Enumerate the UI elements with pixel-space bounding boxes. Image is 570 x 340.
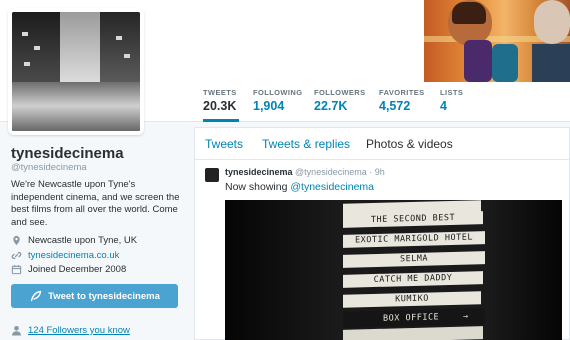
stat-label: FAVORITES [379,88,425,97]
tweet-avatar[interactable] [205,168,219,182]
tweet-item[interactable]: tynesidecinema @tynesidecinema · 9h Now … [195,161,570,340]
profile-name[interactable]: tynesidecinema [11,145,124,162]
location-pin-icon [13,235,20,246]
stat-label: LISTS [440,88,464,97]
tweet-text-body: Now showing [225,181,288,193]
stat-label: FOLLOWERS [314,88,366,97]
timeline-tabs: Tweets Tweets & replies Photos & videos [195,128,570,160]
tab-tweets[interactable]: Tweets [205,137,243,151]
link-icon [11,252,22,259]
profile-website: tynesidecinema.co.uk [11,250,119,261]
tweet-author-handle: @tynesidecinema [295,167,367,177]
tweet-to-button[interactable]: Tweet to tynesidecinema [11,284,178,308]
box-office-text: BOX OFFICE [383,312,440,324]
calendar-icon [11,265,22,275]
tweet-text: Now showing @tynesidecinema [225,181,374,193]
header-photo [424,0,570,82]
stat-following[interactable]: FOLLOWING 1,904 [253,88,302,122]
tweet-mention-link[interactable]: @tynesidecinema [290,181,374,193]
profile-joined: Joined December 2008 [11,264,126,275]
stat-value: 22.7K [314,99,348,113]
profile-handle: @tynesidecinema [11,162,87,173]
followers-you-know-link[interactable]: 124 Followers you know [28,325,130,336]
tab-photos-and-videos[interactable]: Photos & videos [366,137,453,151]
tab-tweets-and-replies[interactable]: Tweets & replies [262,137,350,151]
profile-location: Newcastle upon Tyne, UK [11,235,137,246]
tweet-feather-icon [30,290,42,301]
stat-favorites[interactable]: FAVORITES 4,572 [379,88,425,122]
followers-you-know: 124 Followers you know [11,325,130,336]
stat-value: 4 [440,99,447,113]
profile-bio: We're Newcastle upon Tyne's independent … [11,179,180,228]
location-text: Newcastle upon Tyne, UK [28,235,138,246]
tweet-author-name[interactable]: tynesidecinema [225,167,293,177]
arrow-right-icon: → [463,311,469,322]
stat-value: 1,904 [253,99,285,113]
timeline-panel: Tweets Tweets & replies Photos & videos … [194,127,570,340]
person-icon [12,326,21,336]
tweet-time[interactable]: · 9h [369,167,385,177]
stat-tweets[interactable]: TWEETS 20.3K [203,88,239,122]
tweet-photo[interactable]: THE SECOND BEST EXOTIC MARIGOLD HOTEL SE… [225,200,562,340]
tweet-to-label: Tweet to tynesidecinema [48,290,160,302]
website-link[interactable]: tynesidecinema.co.uk [28,250,119,261]
joined-text: Joined December 2008 [28,264,127,275]
profile-avatar[interactable] [8,8,144,135]
stat-followers[interactable]: FOLLOWERS 22.7K [314,88,366,122]
stat-value: 4,572 [379,99,411,113]
stat-label: FOLLOWING [253,88,303,97]
tweet-header: tynesidecinema @tynesidecinema · 9h [225,167,385,177]
stat-value: 20.3K [203,99,237,113]
stat-lists[interactable]: LISTS 4 [440,88,463,122]
stat-label: TWEETS [203,88,237,97]
